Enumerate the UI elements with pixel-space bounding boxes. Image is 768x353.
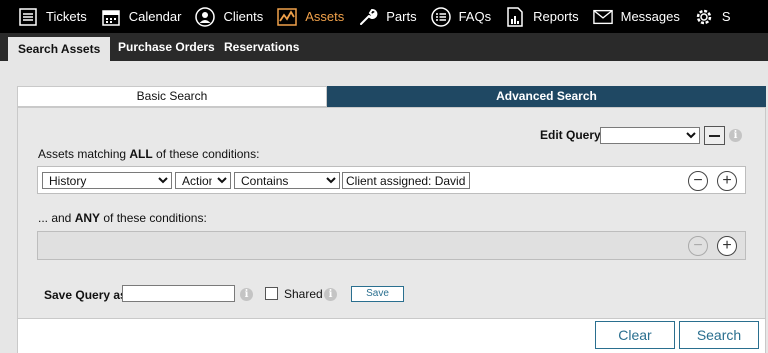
nav-calendar[interactable]: Calendar (87, 0, 182, 33)
minus-icon (709, 134, 720, 137)
condition-value-input[interactable] (342, 172, 470, 189)
top-navigation: Tickets Calendar Clients Assets Parts FA… (0, 0, 768, 33)
remove-condition-button[interactable]: − (688, 171, 708, 191)
plus-icon: + (722, 172, 732, 189)
tab-purchase-orders[interactable]: Purchase Orders (108, 33, 225, 61)
faq-icon (430, 6, 451, 27)
nav-parts[interactable]: Parts (344, 0, 417, 33)
all-suffix: of these conditions: (152, 147, 260, 161)
edit-query-label: Edit Query (540, 128, 601, 142)
plus-icon: + (722, 237, 732, 254)
remove-any-condition-button[interactable]: − (688, 236, 708, 256)
save-query-label: Save Query as (44, 288, 127, 302)
info-icon[interactable]: i (729, 129, 742, 142)
tab-basic-search[interactable]: Basic Search (17, 86, 327, 107)
any-suffix: of these conditions: (100, 211, 207, 225)
any-conditions-row (37, 231, 746, 260)
clear-button[interactable]: Clear (595, 321, 675, 349)
nav-assets-label: Assets (305, 9, 345, 24)
save-query-button[interactable]: Save (351, 286, 404, 302)
edit-query-select[interactable] (600, 127, 700, 144)
nav-parts-label: Parts (386, 9, 417, 24)
calendar-icon (101, 7, 121, 27)
nav-reports[interactable]: Reports (491, 0, 579, 33)
wrench-icon (358, 7, 378, 27)
nav-faqs[interactable]: FAQs (417, 0, 492, 33)
nav-tickets[interactable]: Tickets (0, 0, 87, 33)
condition-field-select[interactable]: History (42, 172, 172, 189)
save-query-input[interactable] (122, 285, 235, 302)
any-prefix: ... and (38, 211, 75, 225)
any-conditions-label: ... and ANY of these conditions: (38, 211, 207, 225)
condition-operator-select[interactable]: Contains (234, 172, 340, 189)
nav-calendar-label: Calendar (128, 9, 182, 24)
all-conditions-label: Assets matching ALL of these conditions: (38, 147, 259, 161)
add-condition-button[interactable]: + (717, 171, 737, 191)
person-icon (195, 6, 216, 27)
gear-icon (694, 7, 714, 27)
mail-icon (592, 7, 613, 27)
report-icon (505, 6, 525, 27)
nav-clients[interactable]: Clients (181, 0, 263, 33)
sub-navigation: Search Assets Purchase Orders Reservatio… (0, 33, 768, 61)
info-icon[interactable]: i (324, 288, 337, 301)
delete-query-button[interactable] (704, 126, 725, 145)
shared-checkbox[interactable] (265, 287, 278, 300)
nav-messages[interactable]: Messages (579, 0, 680, 33)
tab-advanced-search[interactable]: Advanced Search (327, 86, 766, 107)
chart-icon (277, 7, 297, 27)
minus-icon: − (693, 172, 703, 189)
info-icon[interactable]: i (240, 288, 253, 301)
nav-assets[interactable]: Assets (263, 0, 344, 33)
tab-reservations[interactable]: Reservations (214, 33, 309, 61)
nav-clients-label: Clients (223, 9, 264, 24)
nav-settings-label: S (721, 9, 731, 24)
nav-settings[interactable]: S (680, 0, 731, 33)
all-prefix: Assets matching (38, 147, 130, 161)
nav-reports-label: Reports (533, 9, 579, 24)
list-icon (18, 7, 38, 27)
condition-subfield-select[interactable]: Action (175, 172, 231, 189)
nav-messages-label: Messages (620, 9, 680, 24)
minus-icon: − (693, 237, 703, 254)
any-emphasis: ANY (74, 211, 101, 225)
nav-faqs-label: FAQs (458, 9, 492, 24)
nav-tickets-label: Tickets (46, 9, 87, 24)
add-any-condition-button[interactable]: + (717, 236, 737, 256)
shared-label: Shared (284, 287, 323, 301)
search-button[interactable]: Search (679, 321, 759, 349)
all-emphasis: ALL (129, 147, 153, 161)
tab-search-assets[interactable]: Search Assets (8, 37, 111, 61)
